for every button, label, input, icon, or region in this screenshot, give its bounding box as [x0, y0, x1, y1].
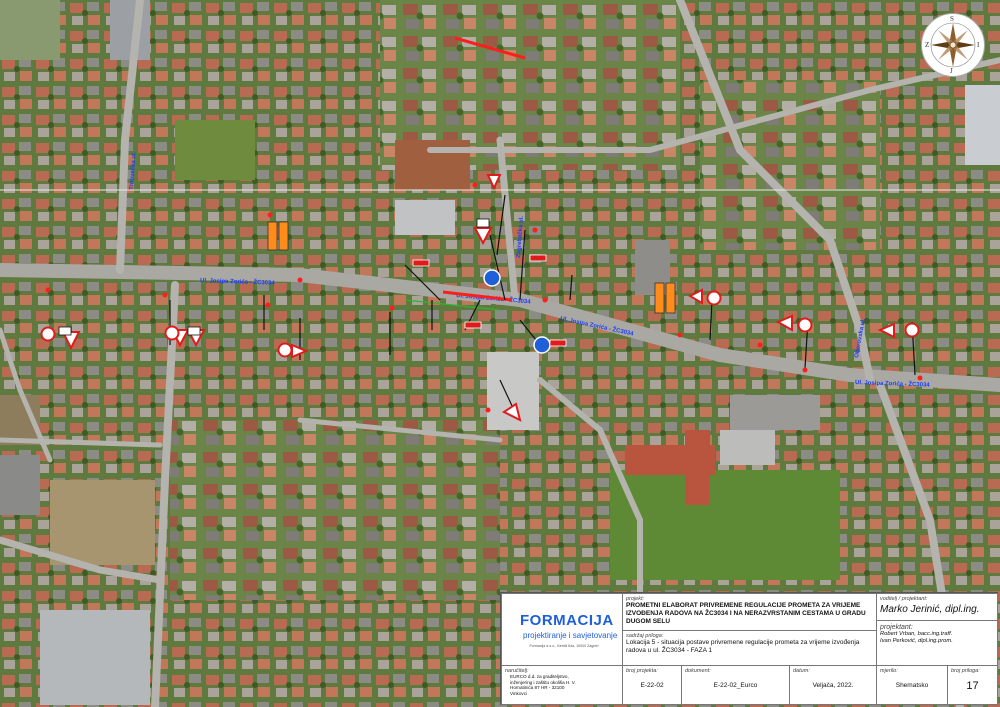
barrier: [549, 339, 567, 347]
appendix-cell: broj priloga: 17: [947, 665, 998, 705]
residential-block-south: [170, 420, 500, 600]
barrier: [464, 321, 482, 329]
lead-name: Marko Jerinić, dipl.ing.: [880, 604, 980, 615]
building-church: [635, 240, 670, 295]
document-cell: dokument: E-22-02_Eurco: [681, 665, 790, 705]
client-text: EURCO d.d. za graditeljstvo, inženjering…: [510, 674, 576, 696]
no-entry-sign: [164, 325, 180, 341]
green-field: [50, 480, 155, 565]
detour-board: [654, 282, 665, 314]
project-cell: projekt: PROMETNI ELABORAT PRIVREMENE RE…: [622, 593, 877, 631]
compass-south: J: [950, 67, 953, 75]
company-address: Formacija d.o.o., Kireidl 64a, 10000 Zag…: [529, 644, 599, 648]
info-board: [58, 326, 72, 336]
project-number: E-22-02: [640, 682, 664, 689]
info-board: [476, 218, 490, 228]
content-cell: sadržaj priloga: Lokacija 5 - situacija …: [622, 630, 877, 666]
date: Veljača, 2022.: [812, 682, 854, 689]
barrier: [529, 254, 547, 262]
lead-cell: voditelj / projektant: Marko Jerinić, di…: [876, 593, 998, 621]
speed-limit-sign: [706, 290, 722, 306]
compass-north: S: [950, 15, 954, 23]
detour-board: [665, 282, 676, 314]
building-hall: [720, 430, 775, 465]
date-cell: datum: Veljača, 2022.: [789, 665, 877, 705]
client-cell: naručitelj: EURCO d.d. za graditeljstvo,…: [501, 665, 623, 705]
compass-rose: S J I Z: [921, 13, 985, 77]
green-field: [610, 470, 840, 580]
designer-name: Ivan Perković, dipl.ing.prom.: [880, 638, 953, 644]
building-warehouse: [110, 0, 150, 60]
appendix-number: 17: [966, 680, 979, 692]
designers-label: projektant:: [880, 624, 913, 631]
detour-board: [278, 221, 289, 251]
parking-lot: [0, 455, 40, 515]
info-board: [187, 326, 201, 336]
building-supermarket: [487, 352, 539, 430]
compass-east: I: [977, 41, 980, 49]
content-text: Lokacija 5 - situacija postave privremen…: [626, 639, 860, 654]
parking-lot: [730, 395, 820, 430]
company-name: FORMACIJA: [520, 612, 614, 629]
direction-sign: [533, 336, 551, 354]
building-school-wing: [685, 430, 710, 505]
project-title: PROMETNI ELABORAT PRIVREMENE REGULACIJE …: [626, 602, 866, 625]
lead-label: voditelj / projektant:: [880, 596, 928, 602]
green-field: [175, 120, 255, 180]
date-label: datum:: [793, 668, 810, 674]
compass-star-icon: [930, 22, 976, 68]
barrier: [412, 259, 430, 267]
scale: Shematsko: [895, 682, 929, 689]
scale-cell: mjerilo: Shematsko: [876, 665, 948, 705]
scale-label: mjerilo:: [880, 668, 898, 674]
direction-sign: [483, 269, 501, 287]
no-entry-sign: [40, 326, 56, 342]
residential-block-east: [700, 80, 880, 250]
building-apartment: [395, 200, 455, 235]
designers-cell: projektant: Robert Vrban, bacc.ing.traff…: [876, 620, 998, 666]
speed-limit-sign: [277, 342, 293, 358]
document-label: dokument:: [685, 668, 711, 674]
company-tagline: projektiranje i savjetovanje: [523, 631, 618, 640]
detour-board: [267, 221, 278, 251]
company-logo: FORMACIJA projektiranje i savjetovanje F…: [501, 593, 623, 666]
appendix-label: broj priloga:: [951, 668, 980, 674]
title-block: FORMACIJA projektiranje i savjetovanje F…: [500, 592, 998, 705]
speed-limit-sign: [797, 317, 813, 333]
compass-west: Z: [925, 41, 930, 49]
building-factory: [40, 610, 150, 705]
building-warehouse: [965, 85, 1000, 165]
speed-limit-sign: [904, 322, 920, 338]
green-field: [0, 0, 60, 60]
document-id: E-22-02_Eurco: [713, 682, 758, 689]
project-number-cell: broj projekta: E-22-02: [622, 665, 682, 705]
project-number-label: broj projekta:: [626, 668, 658, 674]
designer-name: Robert Vrban, bacc.ing.traff.: [880, 631, 953, 637]
